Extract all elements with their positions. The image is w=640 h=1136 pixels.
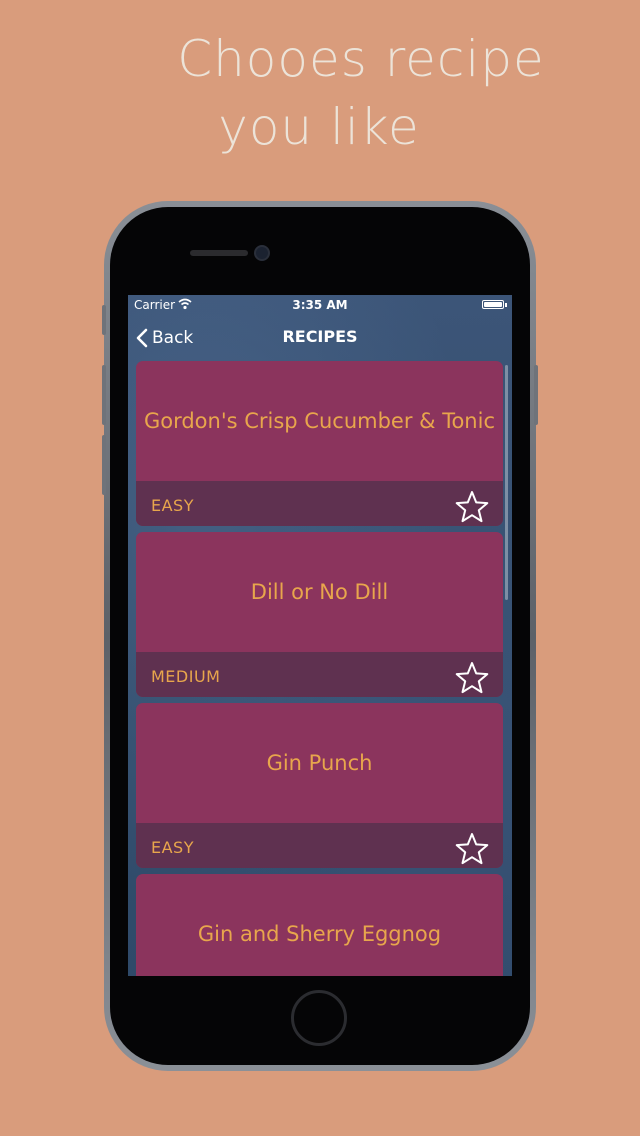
star-icon[interactable] [455, 661, 489, 695]
status-time: 3:35 AM [292, 298, 348, 312]
front-camera [254, 245, 270, 261]
recipe-card[interactable]: Dill or No Dill MEDIUM [136, 532, 503, 697]
scroll-indicator[interactable] [505, 365, 508, 600]
earpiece-speaker [190, 250, 248, 256]
volume-down-button [102, 435, 106, 495]
star-icon[interactable] [455, 490, 489, 524]
promo-headline-line2: you like [218, 98, 420, 156]
recipe-name: Dill or No Dill [250, 580, 389, 604]
recipe-card-footer: EASY [136, 823, 503, 868]
home-button[interactable] [291, 990, 347, 1046]
mute-switch [102, 305, 106, 335]
battery-icon [482, 300, 507, 309]
difficulty-label: EASY [151, 496, 194, 515]
page-title: RECIPES [282, 327, 358, 346]
recipe-card[interactable]: Gin Punch EASY [136, 703, 503, 868]
recipe-card[interactable]: Gordon's Crisp Cucumber & Tonic EASY [136, 361, 503, 526]
recipe-name: Gordon's Crisp Cucumber & Tonic [143, 409, 496, 433]
power-button [534, 365, 538, 425]
difficulty-label: MEDIUM [151, 667, 221, 686]
promo-headline-line1: Chooes recipe [177, 30, 545, 88]
navigation-bar: Back RECIPES [128, 315, 512, 359]
volume-up-button [102, 365, 106, 425]
recipe-card-footer: MEDIUM [136, 652, 503, 697]
difficulty-label: EASY [151, 838, 194, 857]
recipe-card-footer: EASY [136, 481, 503, 526]
status-bar: Carrier 3:35 AM [128, 295, 512, 315]
recipe-name: Gin Punch [266, 751, 373, 775]
recipe-name: Gin and Sherry Eggnog [197, 922, 442, 946]
phone-screen: Carrier 3:35 AM Back RECIPES Gordon's Cr… [128, 295, 512, 976]
recipe-card[interactable]: Gin and Sherry Eggnog [136, 874, 503, 976]
star-icon[interactable] [455, 832, 489, 866]
